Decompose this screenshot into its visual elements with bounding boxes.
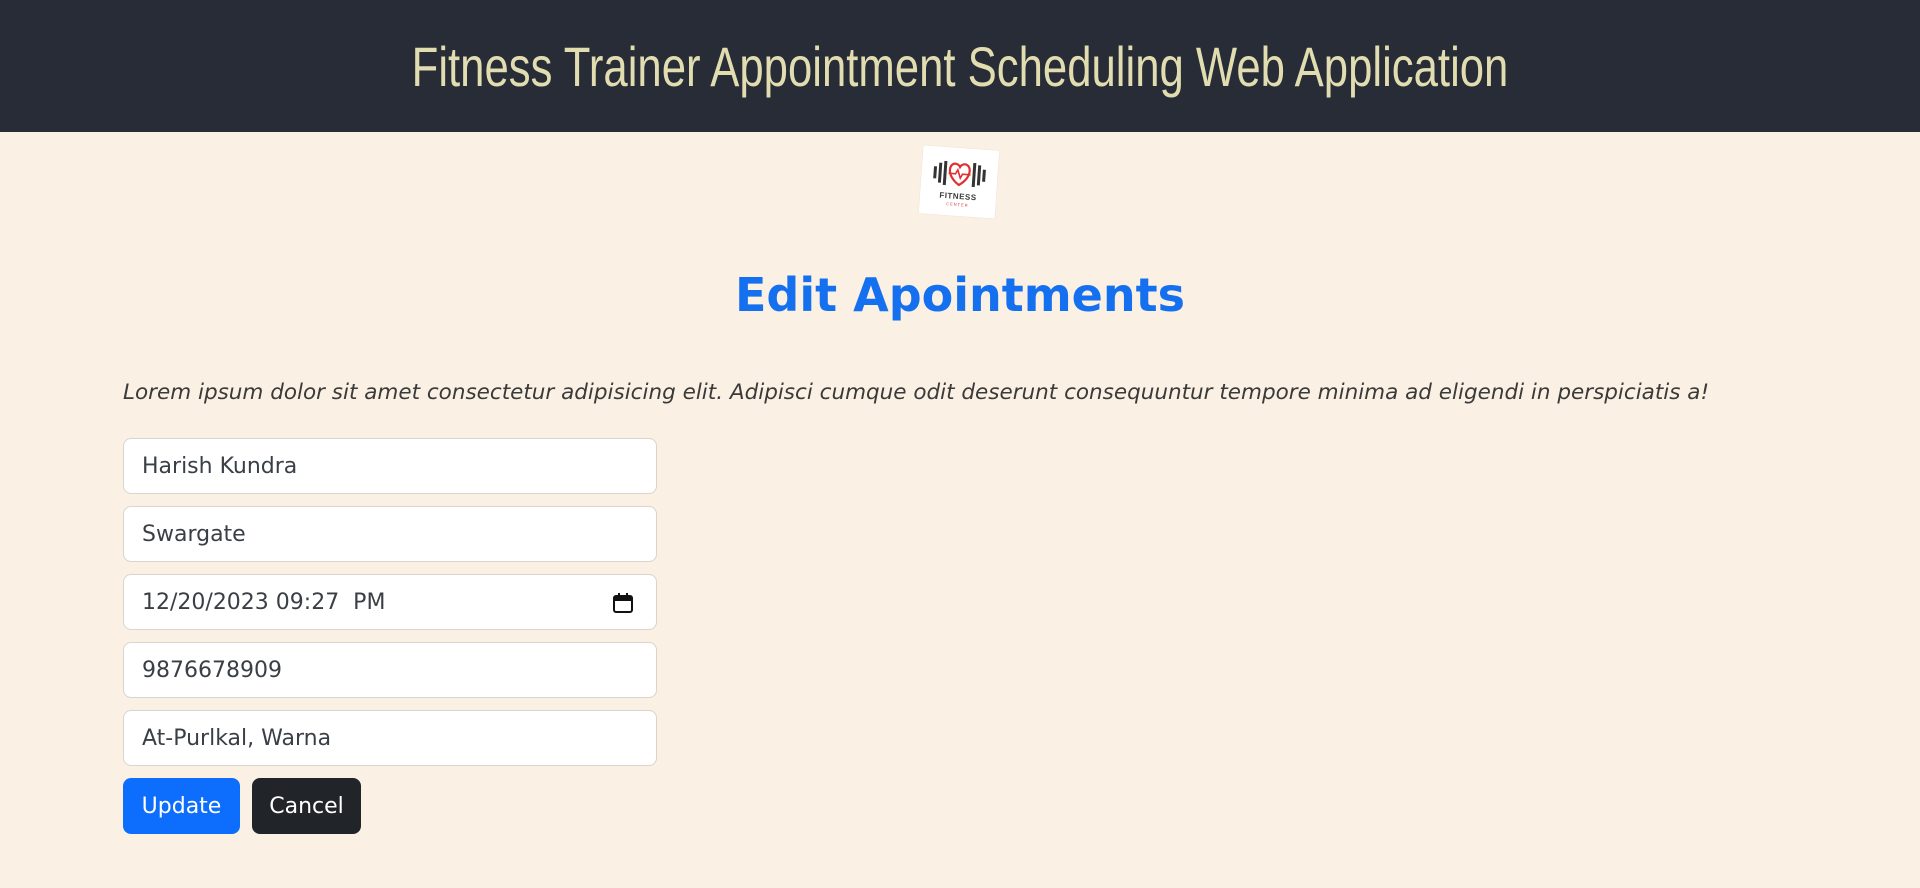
form-actions: Update Cancel — [123, 778, 657, 834]
fitness-logo: FITNESS CENTER — [918, 145, 1000, 219]
phone-field[interactable]: 9876678909 — [123, 642, 657, 698]
datetime-field[interactable]: 12/20/2023 09:27 PM — [123, 574, 657, 630]
page-title: Edit Apointments — [734, 268, 1185, 322]
datetime-value: 12/20/2023 09:27 PM — [142, 589, 386, 615]
location-field[interactable]: Swargate — [123, 506, 657, 562]
update-button[interactable]: Update — [123, 778, 240, 834]
app-header: Fitness Trainer Appointment Scheduling W… — [0, 0, 1920, 132]
app-title: Fitness Trainer Appointment Scheduling W… — [411, 34, 1509, 98]
name-field[interactable]: Harish Kundra — [123, 438, 657, 494]
intro-text: Lorem ipsum dolor sit amet consectetur a… — [123, 380, 1710, 405]
address-field[interactable]: At-Purlkal, Warna — [123, 710, 657, 766]
phone-value: 9876678909 — [142, 657, 282, 683]
logo-area: FITNESS CENTER — [0, 132, 1920, 226]
edit-appointment-form: Harish Kundra Swargate 12/20/2023 09:27 … — [123, 438, 657, 834]
dumbbell-heart-icon — [933, 160, 986, 188]
calendar-icon[interactable] — [612, 592, 634, 614]
address-value: At-Purlkal, Warna — [142, 725, 332, 751]
cancel-button[interactable]: Cancel — [252, 778, 361, 834]
location-value: Swargate — [142, 521, 246, 547]
name-value: Harish Kundra — [142, 453, 298, 479]
